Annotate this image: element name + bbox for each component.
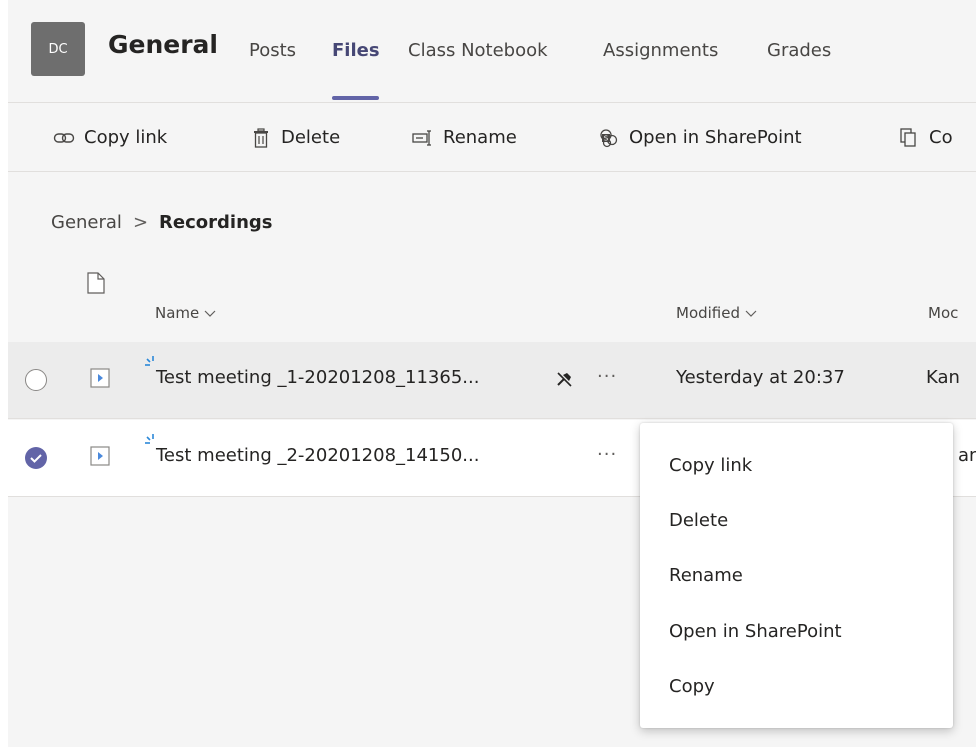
column-header-modified-by[interactable]: Moc (928, 304, 976, 322)
delete-button[interactable]: Delete (250, 127, 340, 148)
more-options-button[interactable]: ··· (597, 366, 617, 387)
checkmark-icon (25, 454, 47, 473)
trash-icon (250, 127, 272, 148)
open-in-sharepoint-button[interactable]: S Open in SharePoint (598, 127, 802, 148)
active-tab-indicator (332, 96, 379, 100)
copy-link-button[interactable]: Copy link (53, 127, 167, 148)
tab-files[interactable]: Files (332, 40, 380, 61)
rename-button[interactable]: Rename (412, 127, 517, 148)
column-header-name-label: Name (155, 304, 200, 322)
video-file-icon (90, 445, 110, 471)
column-header-name[interactable]: Name (155, 304, 216, 322)
menu-item-open-in-sharepoint[interactable]: Open in SharePoint (669, 621, 842, 642)
modified-by: Kan (926, 367, 960, 388)
tab-class-notebook[interactable]: Class Notebook (408, 40, 548, 61)
copy-button[interactable]: Co (898, 127, 953, 148)
pin-off-icon[interactable] (554, 368, 576, 394)
breadcrumb-separator: > (132, 212, 149, 233)
column-header-modified[interactable]: Modified (676, 304, 757, 322)
more-options-button[interactable]: ··· (597, 444, 617, 465)
breadcrumb: General > Recordings (51, 212, 272, 233)
sharepoint-icon: S (598, 128, 620, 148)
avatar-initials: DC (48, 41, 68, 57)
modified-date: Yesterday at 20:37 (676, 367, 845, 388)
breadcrumb-root[interactable]: General (51, 212, 122, 233)
delete-label: Delete (281, 127, 341, 148)
file-name[interactable]: Test meeting _1-20201208_11365... (156, 367, 479, 388)
row-select-radio[interactable] (25, 369, 47, 391)
modified-by: an (958, 445, 976, 466)
chevron-down-icon (204, 304, 216, 322)
breadcrumb-current: Recordings (159, 212, 273, 233)
chevron-down-icon (745, 304, 757, 322)
table-row[interactable]: Test meeting _1-20201208_11365... ··· Ye… (8, 342, 976, 419)
rename-label: Rename (443, 127, 517, 148)
column-header-modified-by-label: Moc (928, 304, 959, 322)
copy-label: Co (929, 127, 953, 148)
copy-icon (898, 127, 920, 148)
rename-icon (412, 128, 434, 148)
context-menu: Copy link Delete Rename Open in SharePoi… (640, 423, 953, 728)
copy-link-label: Copy link (84, 127, 168, 148)
menu-item-copy-link[interactable]: Copy link (669, 455, 752, 476)
row-select-checked[interactable] (25, 447, 47, 469)
command-bar: Copy link Delete Rename S Open in ShareP… (8, 103, 976, 172)
tab-posts[interactable]: Posts (249, 40, 296, 61)
channel-title: General (108, 30, 218, 59)
link-icon (53, 128, 75, 148)
channel-header: DC General Posts Files Class Notebook As… (8, 0, 976, 103)
column-header-modified-label: Modified (676, 304, 741, 322)
tab-grades[interactable]: Grades (767, 40, 831, 61)
team-avatar[interactable]: DC (31, 22, 85, 76)
page-edge (0, 0, 8, 747)
svg-text:S: S (604, 134, 609, 142)
video-file-icon (90, 367, 110, 393)
open-in-sharepoint-label: Open in SharePoint (629, 127, 802, 148)
document-icon[interactable] (87, 272, 105, 298)
menu-item-copy[interactable]: Copy (669, 676, 715, 697)
tab-assignments[interactable]: Assignments (603, 40, 718, 61)
menu-item-rename[interactable]: Rename (669, 565, 743, 586)
menu-item-delete[interactable]: Delete (669, 510, 728, 531)
file-name[interactable]: Test meeting _2-20201208_14150... (156, 445, 479, 466)
